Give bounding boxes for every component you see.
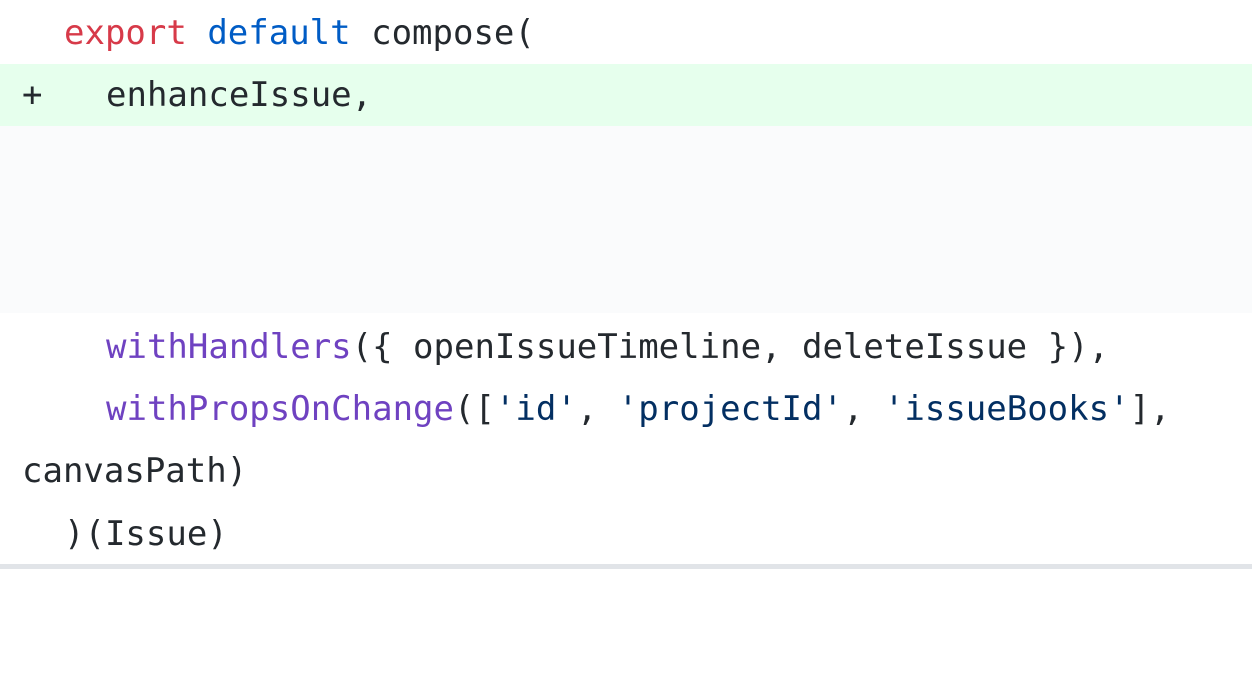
code-diff-view: export default compose( + enhanceIssue, … (0, 0, 1252, 569)
array-close: ], (1129, 389, 1171, 429)
function-with-props-on-change: withPropsOnChange (106, 389, 454, 429)
function-with-handlers: withHandlers (106, 327, 352, 367)
code-line-content: withHandlers({ openIssueTimeline, delete… (106, 316, 1109, 378)
separator: , (842, 389, 884, 429)
keyword-default: default (207, 13, 351, 53)
string-id: 'id' (494, 389, 577, 429)
code-line-export: export default compose( (0, 2, 1252, 64)
diff-added-marker: + (22, 75, 43, 115)
handlers-args: ({ openIssueTimeline, deleteIssue }), (351, 327, 1110, 367)
diff-expander-gap[interactable] (0, 126, 1252, 313)
separator: , (576, 389, 618, 429)
compose-call: compose( (371, 13, 535, 53)
keyword-export: export (64, 13, 187, 53)
enhance-issue-text: enhanceIssue, (106, 75, 373, 115)
code-line-with-props-on-change: withPropsOnChange(['id', 'projectId', 'i… (0, 378, 1252, 440)
code-line-content: withPropsOnChange(['id', 'projectId', 'i… (106, 378, 1171, 440)
code-line-content: export default compose( (64, 2, 535, 64)
code-line-canvas-path: canvasPath) (0, 440, 1252, 502)
canvas-path-text: canvasPath) (22, 451, 248, 491)
string-issue-books: 'issueBooks' (883, 389, 1130, 429)
issue-call-text: )(Issue) (64, 514, 228, 554)
diff-bottom-border (0, 564, 1252, 569)
array-open: ([ (454, 389, 495, 429)
code-line-issue: )(Issue) (0, 503, 1252, 565)
added-code-line: + enhanceIssue, (0, 64, 1252, 126)
string-project-id: 'projectId' (617, 389, 843, 429)
code-line-with-handlers: withHandlers({ openIssueTimeline, delete… (0, 316, 1252, 378)
